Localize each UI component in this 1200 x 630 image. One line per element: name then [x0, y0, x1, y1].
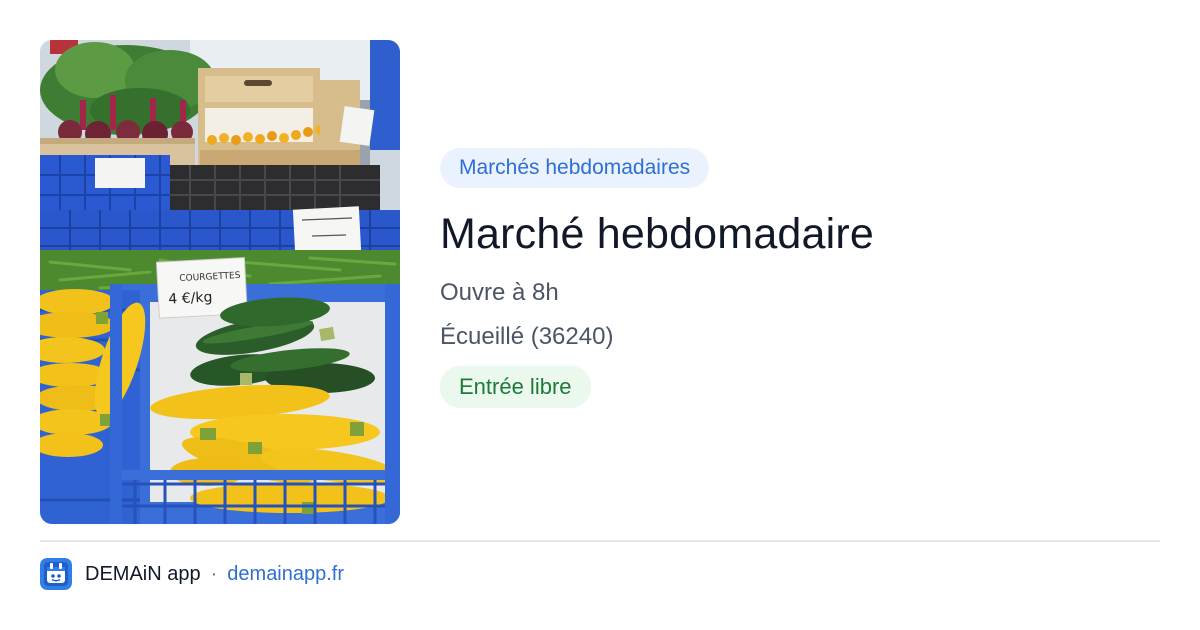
footer-divider — [40, 540, 1160, 542]
market-photo: COURGETTES 4 €/kg — [40, 40, 400, 524]
category-chip[interactable]: Marchés hebdomadaires — [440, 148, 710, 188]
courgettes-sign-price: 4 €/kg — [168, 289, 213, 307]
event-title: Marché hebdomadaire — [440, 210, 875, 258]
event-card[interactable]: COURGETTES 4 €/kg Marchés hebdomadaires … — [40, 40, 1160, 524]
access-chip: Entrée libre — [440, 366, 591, 408]
opening-time: Ouvre à 8h — [440, 279, 559, 306]
domain-link[interactable]: demainapp.fr — [227, 563, 344, 586]
footer: DEMAiN app · demainapp.fr — [40, 558, 344, 590]
event-info: Marchés hebdomadaires Marché hebdomadair… — [440, 148, 1140, 408]
footer-separator: · — [210, 562, 218, 585]
app-name: DEMAiN app — [85, 562, 201, 585]
event-location: Écueillé (36240) — [440, 323, 614, 350]
demain-app-logo-icon — [40, 558, 72, 590]
